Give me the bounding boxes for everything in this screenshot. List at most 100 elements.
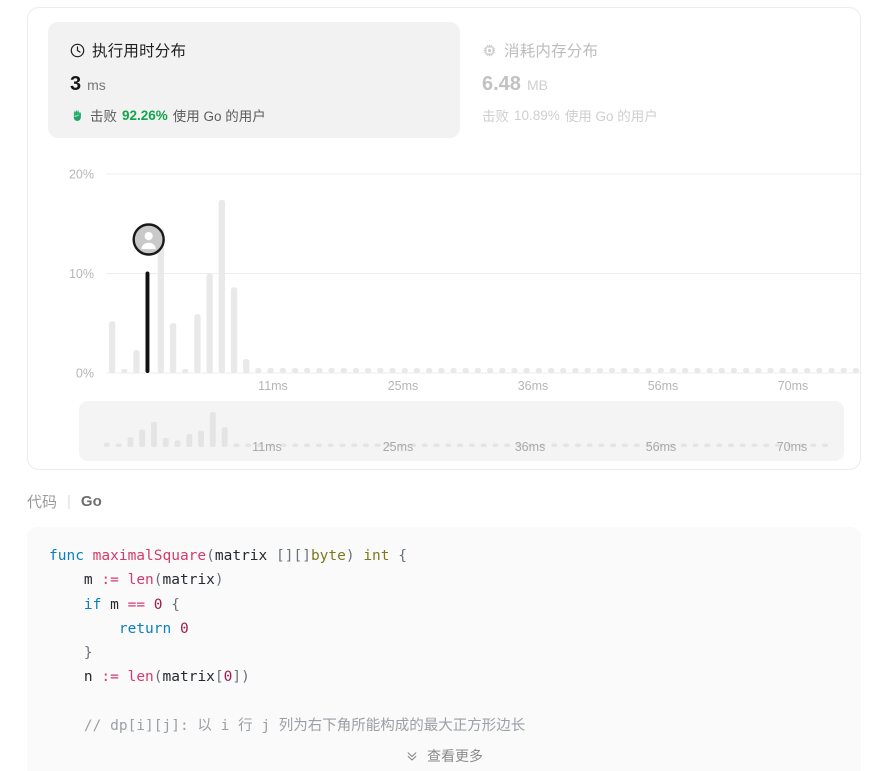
chart-bar[interactable] [682,368,689,373]
chart-bar[interactable] [803,368,811,373]
chart-bar[interactable] [608,368,616,373]
chart-bar[interactable] [194,314,201,373]
chart-bar[interactable] [547,368,555,373]
memory-distribution-panel[interactable]: 消耗内存分布 6.48 MB 击败 10.89% 使用 Go 的用户 [460,22,850,138]
runtime-distribution-panel[interactable]: 执行用时分布 3 ms 击败 92.26% 使用 Go 的用户 [48,22,460,138]
chart-bar-highlighted[interactable] [145,271,150,373]
minimap-bar[interactable] [209,412,216,447]
chart-bar[interactable] [742,368,750,373]
chart-bar[interactable] [535,368,543,373]
minimap-bar[interactable] [139,429,146,447]
chart-bar[interactable] [133,350,140,373]
chart-bar[interactable] [767,368,774,373]
chart-bar[interactable] [645,368,652,373]
minimap-bar[interactable] [457,443,464,448]
chart-bar[interactable] [352,368,360,373]
chart-bar[interactable] [852,368,860,373]
chart-bar[interactable] [438,368,445,373]
chart-bar[interactable] [523,368,530,373]
chart-bar[interactable] [596,368,604,373]
minimap-bar[interactable] [233,443,240,448]
minimap-bar[interactable] [245,443,252,448]
chart-bar[interactable] [486,368,494,373]
chart-bar[interactable] [108,321,116,373]
minimap-bar[interactable] [433,443,440,448]
chart-bar[interactable] [816,368,823,373]
minimap-bar[interactable] [115,443,122,448]
chart-bar[interactable] [669,368,677,373]
chart-bar[interactable] [340,368,347,373]
chart-bar[interactable] [791,368,799,373]
chart-bar[interactable] [840,368,847,373]
minimap-bar[interactable] [162,437,169,447]
minimap-bar[interactable] [362,443,369,448]
avatar-marker[interactable] [132,223,165,256]
chart-bar[interactable] [499,368,506,373]
minimap-bar[interactable] [468,443,475,448]
minimap-bar[interactable] [221,427,228,447]
minimap-bar[interactable] [292,443,299,448]
chart-bar[interactable] [218,199,226,373]
chart-bar[interactable] [706,368,713,373]
chart-range-minimap[interactable]: 11ms 25ms 36ms 56ms 70ms [79,401,844,461]
minimap-bar[interactable] [327,443,334,448]
chart-bar[interactable] [389,368,396,373]
chart-bar[interactable] [755,368,762,373]
chart-bar[interactable] [377,368,384,373]
minimap-bar[interactable] [574,443,581,448]
chart-canvas[interactable]: 0% 10% 20% 11ms 25ms 36ms 56ms 70ms [28,138,862,398]
chart-bar[interactable] [511,368,518,373]
chart-bar[interactable] [413,368,421,373]
chart-bar[interactable] [462,368,469,373]
minimap-bar[interactable] [822,443,829,448]
minimap-bar[interactable] [198,430,205,447]
expand-code-button[interactable]: 查看更多 [27,740,861,771]
minimap-bar[interactable] [751,443,758,448]
minimap-bar[interactable] [727,443,734,448]
chart-bar[interactable] [401,368,408,373]
minimap-bar[interactable] [304,443,310,448]
chart-bar[interactable] [828,368,835,373]
minimap-bar[interactable] [492,443,499,448]
chart-bar[interactable] [560,368,567,373]
minimap-bar[interactable] [692,443,699,448]
minimap-bar[interactable] [586,443,593,448]
chart-bar[interactable] [633,368,640,373]
minimap-bar[interactable] [504,443,511,448]
minimap-bar[interactable] [810,443,817,448]
minimap-bar[interactable] [445,443,452,448]
chart-bar[interactable] [304,368,311,373]
minimap-bar[interactable] [622,443,628,448]
chart-bar[interactable] [255,368,262,373]
chart-bar[interactable] [291,368,299,373]
code-block[interactable]: func maximalSquare(matrix [][]byte) int … [27,527,861,771]
minimap-bar[interactable] [598,443,605,448]
chart-bar[interactable] [316,368,323,373]
chart-bar[interactable] [621,368,628,373]
chart-bar[interactable] [584,368,591,373]
chart-bar[interactable] [450,368,457,373]
chart-bar[interactable] [230,287,238,373]
minimap-bar[interactable] [186,433,193,447]
minimap-bar[interactable] [315,443,322,448]
code-language[interactable]: Go [81,493,102,510]
minimap-bar[interactable] [127,437,134,447]
minimap-bar[interactable] [680,443,687,448]
runtime-distribution-chart[interactable]: 0% 10% 20% 11ms 25ms 36ms 56ms 70ms [28,138,862,398]
minimap-bar[interactable] [339,443,346,448]
minimap-bar[interactable] [704,443,711,448]
minimap-bar[interactable] [174,440,181,447]
minimap-bar[interactable] [716,443,723,448]
minimap-bar[interactable] [563,443,570,448]
chart-bar[interactable] [364,368,372,373]
minimap-bar[interactable] [739,443,746,448]
minimap-bar[interactable] [763,443,770,448]
minimap-bar[interactable] [351,443,358,448]
minimap-canvas[interactable]: 11ms 25ms 36ms 56ms 70ms [79,401,844,461]
chart-bar[interactable] [657,368,664,373]
chart-bar[interactable] [169,323,177,373]
chart-bar[interactable] [243,359,250,373]
chart-bar[interactable] [730,368,738,373]
chart-bar[interactable] [694,368,701,373]
chart-bar[interactable] [121,369,128,373]
